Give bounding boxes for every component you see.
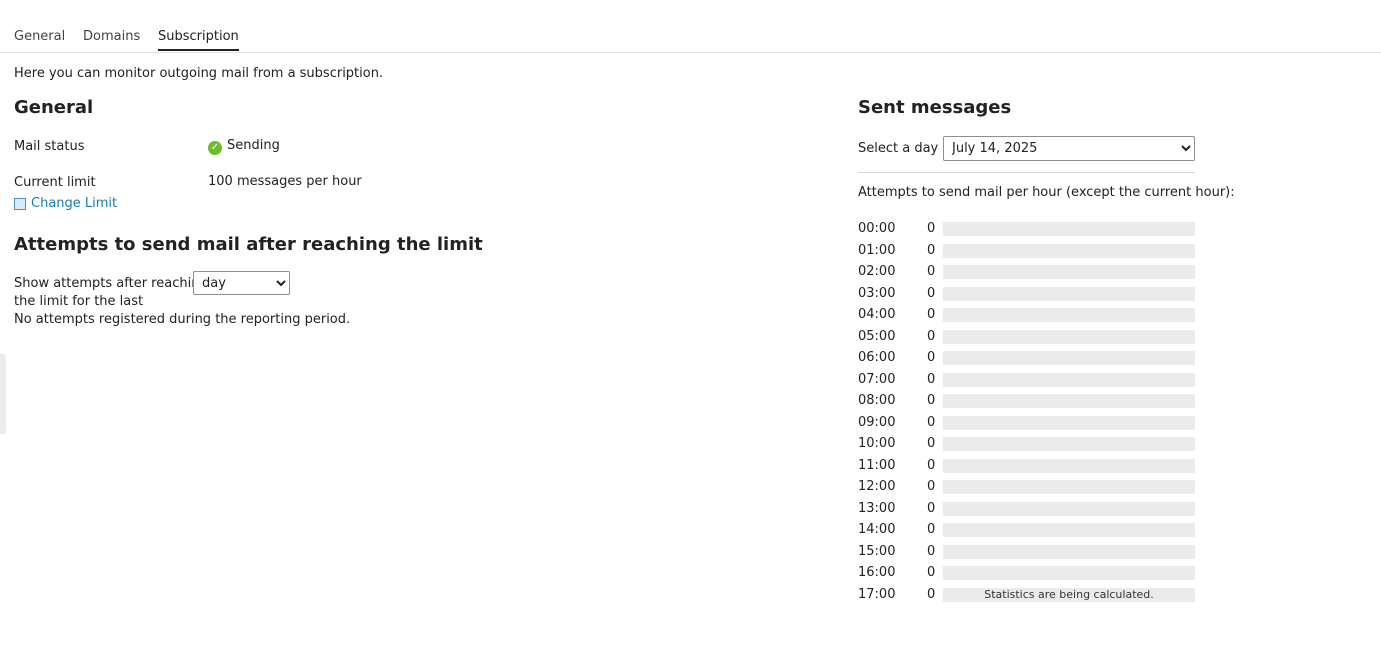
hour-row: 14:00 0	[858, 522, 1195, 542]
hour-bar	[943, 415, 1195, 430]
hour-row: 01:00 0	[858, 243, 1195, 263]
hour-bar	[943, 480, 1195, 494]
hour-count: 0	[927, 285, 936, 301]
hour-bar	[943, 308, 1195, 322]
show-attempts-label-cont: the limit for the last	[14, 294, 144, 309]
change-limit-link[interactable]: Change Limit	[31, 196, 117, 211]
edit-icon[interactable]	[14, 198, 26, 210]
hour-count: 0	[927, 414, 936, 430]
hour-count: 0	[927, 350, 936, 365]
attempts-heading: Attempts to send mail after reaching the…	[14, 234, 483, 255]
hour-label: 09:00	[858, 414, 896, 430]
hour-row: 03:00 0	[858, 286, 1195, 306]
hour-row: 15:00 0	[858, 544, 1195, 564]
hour-label: 16:00	[858, 565, 896, 580]
side-panel-handle[interactable]	[0, 354, 6, 434]
hour-bar	[943, 566, 1195, 580]
hour-bar	[943, 372, 1195, 387]
hour-row: 05:00 0	[858, 329, 1195, 349]
tab-domains[interactable]: Domains	[83, 29, 140, 51]
hour-label: 14:00	[858, 522, 896, 537]
hour-row: 17:00 0 Statistics are being calculated.	[858, 587, 1195, 607]
hour-label: 02:00	[858, 264, 896, 279]
hour-row: 13:00 0	[858, 501, 1195, 521]
hour-bar	[943, 351, 1195, 365]
hour-label: 15:00	[858, 543, 896, 559]
hour-row: 11:00 0	[858, 458, 1195, 478]
hour-label: 08:00	[858, 393, 896, 408]
hour-count: 0	[927, 371, 936, 387]
hour-count: 0	[927, 586, 936, 602]
hour-row: 10:00 0	[858, 436, 1195, 456]
hour-bar	[943, 394, 1195, 408]
hour-count: 0	[927, 328, 936, 344]
hour-bar	[943, 243, 1195, 258]
hour-bar	[943, 286, 1195, 301]
mail-status-label: Mail status	[14, 139, 85, 154]
hour-row: 02:00 0	[858, 264, 1195, 284]
day-select[interactable]: July 14, 2025	[943, 136, 1195, 161]
hour-label: 00:00	[858, 221, 896, 236]
check-circle-icon: ✓	[208, 141, 222, 155]
hour-count: 0	[927, 543, 936, 559]
hour-count: 0	[927, 479, 936, 494]
hour-count: 0	[927, 565, 936, 580]
select-day-label: Select a day :	[858, 141, 947, 156]
hour-label: 17:00	[858, 586, 896, 602]
hour-label: 12:00	[858, 479, 896, 494]
hour-bar	[943, 329, 1195, 344]
per-hour-caption: Attempts to send mail per hour (except t…	[858, 185, 1235, 200]
sent-messages-heading: Sent messages	[858, 97, 1012, 118]
intro-text: Here you can monitor outgoing mail from …	[14, 66, 384, 81]
hour-label: 13:00	[858, 500, 896, 516]
hour-row: 07:00 0	[858, 372, 1195, 392]
current-limit-value: 100 messages per hour	[208, 174, 362, 189]
hour-bar	[943, 544, 1195, 559]
hour-row: 12:00 0	[858, 479, 1195, 499]
hour-label: 03:00	[858, 285, 896, 301]
hour-row: 09:00 0	[858, 415, 1195, 435]
hour-row: 04:00 0	[858, 307, 1195, 327]
hour-count: 0	[927, 242, 936, 258]
hour-bar	[943, 458, 1195, 473]
hour-label: 07:00	[858, 371, 896, 387]
hour-count: 0	[927, 221, 936, 236]
hour-row: 08:00 0	[858, 393, 1195, 413]
general-heading: General	[14, 97, 94, 118]
hour-label: 06:00	[858, 350, 896, 365]
hour-label: 05:00	[858, 328, 896, 344]
hour-count: 0	[927, 500, 936, 516]
hour-count: 0	[927, 264, 936, 279]
divider	[858, 172, 1195, 173]
hour-row: 16:00 0	[858, 565, 1195, 585]
hour-label: 01:00	[858, 242, 896, 258]
hour-label: 04:00	[858, 307, 896, 322]
no-attempts-message: No attempts registered during the report…	[14, 312, 351, 327]
hour-row: 00:00 0	[858, 221, 1195, 241]
hour-bar	[943, 222, 1195, 236]
mail-status-value: Sending	[227, 138, 280, 153]
tab-subscription[interactable]: Subscription	[158, 29, 239, 51]
hour-count: 0	[927, 436, 936, 451]
hour-bar	[943, 523, 1195, 537]
hour-count: 0	[927, 522, 936, 537]
hour-bar	[943, 265, 1195, 279]
show-attempts-label: Show attempts after reaching	[14, 276, 208, 291]
hour-count: 0	[927, 307, 936, 322]
hour-bar	[943, 437, 1195, 451]
tab-bar: General Domains Subscription	[0, 24, 1381, 53]
hour-label: 11:00	[858, 457, 896, 473]
tab-general[interactable]: General	[14, 29, 65, 51]
hour-row: 06:00 0	[858, 350, 1195, 370]
hour-count: 0	[927, 393, 936, 408]
hour-bar	[943, 501, 1195, 516]
hour-label: 10:00	[858, 436, 896, 451]
period-select[interactable]: day	[193, 271, 290, 295]
current-limit-label: Current limit	[14, 175, 96, 190]
hour-count: 0	[927, 457, 936, 473]
hour-bar: Statistics are being calculated.	[943, 587, 1195, 602]
